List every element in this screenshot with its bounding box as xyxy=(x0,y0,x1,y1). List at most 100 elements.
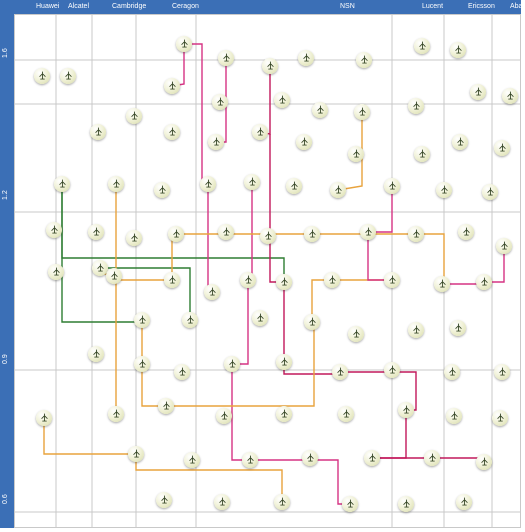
node-n73[interactable] xyxy=(384,362,400,378)
column-label-cambridge[interactable]: Cambridge xyxy=(112,3,146,10)
column-label-ceragon[interactable]: Ceragon xyxy=(172,3,199,10)
node-n58[interactable] xyxy=(434,276,450,292)
node-n43[interactable] xyxy=(260,228,276,244)
node-n36[interactable] xyxy=(436,182,452,198)
column-label-abaltec[interactable]: Abaltec xyxy=(510,3,525,10)
node-n82[interactable] xyxy=(398,402,414,418)
node-n49[interactable] xyxy=(48,264,64,280)
link-10[interactable] xyxy=(250,460,350,504)
column-label-lucent[interactable]: Lucent xyxy=(422,3,443,10)
node-n25[interactable] xyxy=(414,146,430,162)
node-n74[interactable] xyxy=(444,364,460,380)
node-n88[interactable] xyxy=(302,450,318,466)
row-label-r4[interactable]: 0.6 xyxy=(2,494,9,504)
node-n9[interactable] xyxy=(60,68,76,84)
node-n65[interactable] xyxy=(408,322,424,338)
node-n63[interactable] xyxy=(304,314,320,330)
node-n91[interactable] xyxy=(476,454,492,470)
node-n38[interactable] xyxy=(46,222,62,238)
node-n62[interactable] xyxy=(252,310,268,326)
node-n47[interactable] xyxy=(458,224,474,240)
node-n17[interactable] xyxy=(502,88,518,104)
node-n72[interactable] xyxy=(332,364,348,380)
node-n57[interactable] xyxy=(384,272,400,288)
node-n52[interactable] xyxy=(164,272,180,288)
node-n33[interactable] xyxy=(286,178,302,194)
node-n21[interactable] xyxy=(208,134,224,150)
node-n6[interactable] xyxy=(414,38,430,54)
node-n70[interactable] xyxy=(224,356,240,372)
link-9[interactable] xyxy=(232,364,250,460)
node-n51[interactable] xyxy=(106,268,122,284)
node-n56[interactable] xyxy=(324,272,340,288)
row-label-r2[interactable]: 1.2 xyxy=(2,190,9,200)
node-n67[interactable] xyxy=(88,346,104,362)
node-n76[interactable] xyxy=(36,410,52,426)
node-n1[interactable] xyxy=(176,36,192,52)
node-n75[interactable] xyxy=(494,364,510,380)
link-12[interactable] xyxy=(270,134,284,282)
node-n77[interactable] xyxy=(108,406,124,422)
node-n28[interactable] xyxy=(54,176,70,192)
node-n85[interactable] xyxy=(128,446,144,462)
node-n22[interactable] xyxy=(252,124,268,140)
node-n90[interactable] xyxy=(424,450,440,466)
link-8[interactable] xyxy=(232,280,248,364)
node-n59[interactable] xyxy=(476,274,492,290)
node-n40[interactable] xyxy=(126,230,142,246)
link-27[interactable] xyxy=(44,418,136,454)
node-n55[interactable] xyxy=(276,274,292,290)
node-n53[interactable] xyxy=(204,284,220,300)
node-n64[interactable] xyxy=(348,326,364,342)
node-n3[interactable] xyxy=(262,58,278,74)
node-n35[interactable] xyxy=(384,178,400,194)
node-n14[interactable] xyxy=(354,104,370,120)
column-label-alcatel[interactable]: Alcatel xyxy=(68,3,89,10)
node-n34[interactable] xyxy=(330,182,346,198)
node-n8[interactable] xyxy=(34,68,50,84)
node-n4[interactable] xyxy=(298,50,314,66)
node-n68[interactable] xyxy=(134,356,150,372)
link-5[interactable] xyxy=(208,184,212,292)
node-n7[interactable] xyxy=(450,42,466,58)
node-n32[interactable] xyxy=(244,174,260,190)
node-n87[interactable] xyxy=(242,452,258,468)
node-n18[interactable] xyxy=(90,124,106,140)
node-n39[interactable] xyxy=(88,224,104,240)
node-n84[interactable] xyxy=(492,410,508,426)
node-n92[interactable] xyxy=(156,492,172,508)
node-n10[interactable] xyxy=(164,78,180,94)
node-n93[interactable] xyxy=(214,494,230,510)
node-n45[interactable] xyxy=(360,224,376,240)
node-n79[interactable] xyxy=(216,408,232,424)
link-0[interactable] xyxy=(62,184,142,322)
node-n27[interactable] xyxy=(494,140,510,156)
node-n60[interactable] xyxy=(134,312,150,328)
node-n69[interactable] xyxy=(174,364,190,380)
row-label-r3[interactable]: 0.9 xyxy=(2,354,9,364)
node-n29[interactable] xyxy=(108,176,124,192)
node-n20[interactable] xyxy=(164,124,180,140)
node-n78[interactable] xyxy=(158,398,174,414)
node-n30[interactable] xyxy=(154,182,170,198)
node-n2[interactable] xyxy=(218,50,234,66)
node-n83[interactable] xyxy=(446,408,462,424)
node-n95[interactable] xyxy=(342,496,358,512)
node-n81[interactable] xyxy=(338,406,354,422)
node-n44[interactable] xyxy=(304,226,320,242)
column-label-nsn[interactable]: NSN xyxy=(340,3,355,10)
node-n23[interactable] xyxy=(296,134,312,150)
node-n61[interactable] xyxy=(182,312,198,328)
node-n89[interactable] xyxy=(364,450,380,466)
node-n46[interactable] xyxy=(408,226,424,242)
column-label-huawei[interactable]: Huawei xyxy=(36,3,59,10)
link-4[interactable] xyxy=(184,44,208,184)
row-label-r1[interactable]: 1.6 xyxy=(2,48,9,58)
column-label-ericsson[interactable]: Ericsson xyxy=(468,3,495,10)
node-n96[interactable] xyxy=(398,496,414,512)
node-n71[interactable] xyxy=(276,354,292,370)
node-n26[interactable] xyxy=(452,134,468,150)
node-n37[interactable] xyxy=(482,184,498,200)
node-n42[interactable] xyxy=(218,224,234,240)
node-n31[interactable] xyxy=(200,176,216,192)
